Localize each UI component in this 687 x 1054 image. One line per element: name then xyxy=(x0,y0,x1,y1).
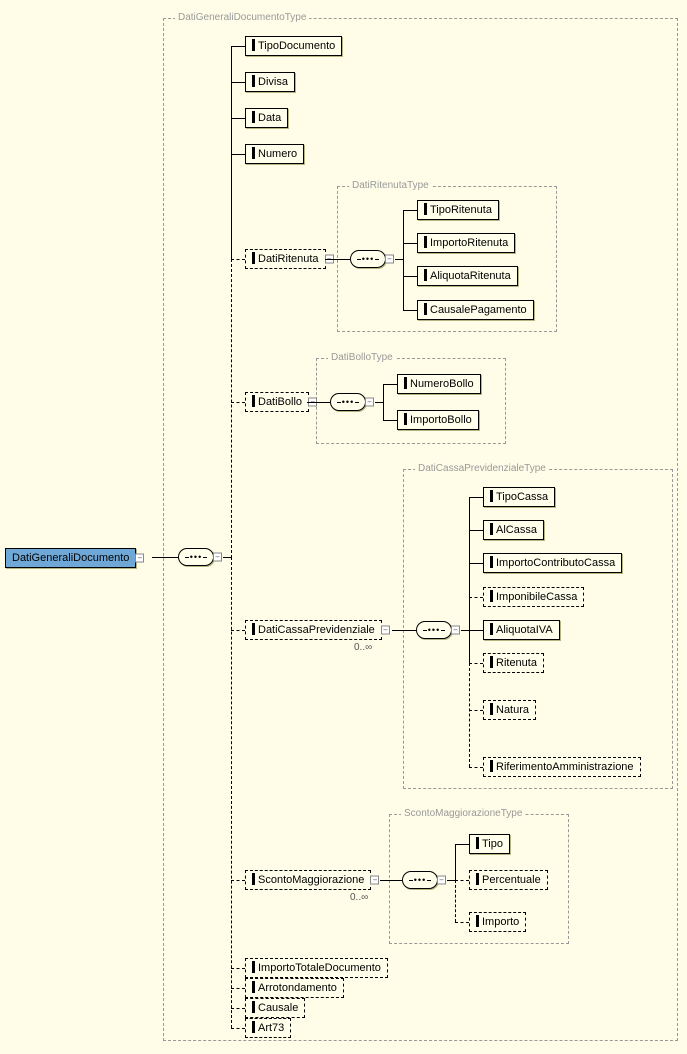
connector xyxy=(231,154,245,155)
connector xyxy=(231,1028,245,1029)
connector xyxy=(403,210,417,211)
seq-ritenuta[interactable]: •••− xyxy=(350,250,386,268)
card-cassa: 0..∞ xyxy=(354,642,372,653)
connector xyxy=(307,402,330,403)
node-sconto[interactable]: ScontoMaggiorazione − xyxy=(245,870,371,890)
node-imponibilecassa[interactable]: ImponibileCassa xyxy=(483,587,584,607)
node-tipo-sconto[interactable]: Tipo xyxy=(469,834,510,854)
connector xyxy=(403,210,404,310)
connector xyxy=(380,880,402,881)
node-tipodocumento[interactable]: TipoDocumento xyxy=(245,36,342,56)
root-label: DatiGeneraliDocumento xyxy=(12,552,129,564)
connector xyxy=(383,384,384,420)
connector xyxy=(392,630,416,631)
connector xyxy=(447,880,455,881)
node-aliquotaiva[interactable]: AliquotaIVA xyxy=(483,620,560,640)
root-node[interactable]: DatiGeneraliDocumento − xyxy=(5,548,136,568)
connector xyxy=(231,118,245,119)
node-causalepagamento[interactable]: CausalePagamento xyxy=(417,300,534,320)
node-importobollo[interactable]: ImportoBollo xyxy=(397,410,479,430)
connector xyxy=(455,922,469,923)
toggle-cassa[interactable]: − xyxy=(381,626,390,635)
node-arrotondamento[interactable]: Arrotondamento xyxy=(245,978,344,998)
node-riferimento[interactable]: RiferimentoAmministrazione xyxy=(483,757,641,777)
connector xyxy=(231,82,245,83)
connector xyxy=(395,259,403,260)
node-divisa[interactable]: Divisa xyxy=(245,72,295,92)
connector xyxy=(469,663,483,664)
root-toggle[interactable]: − xyxy=(135,554,144,563)
connector xyxy=(469,530,483,531)
group-cassa-label: DatiCassaPrevidenzialeType xyxy=(415,463,549,474)
node-data[interactable]: Data xyxy=(245,108,288,128)
connector xyxy=(469,597,483,598)
group-bollo-label: DatiBolloType xyxy=(328,352,396,363)
connector xyxy=(231,259,245,260)
node-tiporitenuta[interactable]: TipoRitenuta xyxy=(417,200,499,220)
connector xyxy=(383,384,397,385)
seq-bollo[interactable]: •••− xyxy=(330,393,366,411)
node-natura[interactable]: Natura xyxy=(483,700,536,720)
connector xyxy=(455,844,456,881)
connector xyxy=(469,767,483,768)
node-importo-sconto[interactable]: Importo xyxy=(469,912,526,932)
node-numerobollo[interactable]: NumeroBollo xyxy=(397,374,481,394)
connector xyxy=(469,563,483,564)
group-sconto-label: ScontoMaggiorazioneType xyxy=(401,808,525,819)
connector xyxy=(231,46,245,47)
node-alcassa[interactable]: AlCassa xyxy=(483,520,544,540)
node-numero[interactable]: Numero xyxy=(245,144,304,164)
connector xyxy=(231,402,245,403)
connector xyxy=(231,259,232,558)
toggle-sconto[interactable]: − xyxy=(370,876,379,885)
node-daticassa[interactable]: DatiCassaPrevidenziale − xyxy=(245,620,382,640)
connector xyxy=(383,420,397,421)
node-importoritenuta[interactable]: ImportoRitenuta xyxy=(417,233,515,253)
connector xyxy=(231,968,245,969)
connector xyxy=(375,402,383,403)
connector xyxy=(461,630,469,631)
node-importototale[interactable]: ImportoTotaleDocumento xyxy=(245,958,388,978)
seq-toggle[interactable]: − xyxy=(213,553,222,562)
connector xyxy=(223,557,231,558)
connector xyxy=(469,497,483,498)
connector xyxy=(403,243,417,244)
group-main-label: DatiGeneraliDocumentoType xyxy=(175,12,309,23)
connector xyxy=(403,310,417,311)
connector xyxy=(469,663,470,767)
seq-dots: ••• xyxy=(190,552,202,562)
seq-cassa[interactable]: •••− xyxy=(416,621,452,639)
node-importocontributo[interactable]: ImportoContributoCassa xyxy=(483,553,622,573)
node-causale[interactable]: Causale xyxy=(245,998,305,1018)
connector xyxy=(325,259,350,260)
connector xyxy=(403,276,417,277)
connector xyxy=(455,880,456,922)
connector xyxy=(469,710,483,711)
connector xyxy=(469,497,470,663)
node-datibollo[interactable]: DatiBollo − xyxy=(245,392,309,412)
connector xyxy=(469,630,483,631)
connector xyxy=(231,1008,245,1009)
connector xyxy=(231,46,232,259)
connector xyxy=(231,630,245,631)
connector xyxy=(231,557,232,1028)
node-percentuale[interactable]: Percentuale xyxy=(469,870,548,890)
seq-main[interactable]: ••• − xyxy=(178,548,214,566)
node-ritenuta-cassa[interactable]: Ritenuta xyxy=(483,653,544,673)
connector xyxy=(455,844,469,845)
connector xyxy=(455,880,469,881)
node-aliquotaritenuta[interactable]: AliquotaRitenuta xyxy=(417,266,518,286)
group-ritenuta-label: DatiRitenutaType xyxy=(349,180,432,191)
node-art73[interactable]: Art73 xyxy=(245,1018,291,1038)
connector xyxy=(152,557,178,558)
node-datiritenuta[interactable]: DatiRitenuta − xyxy=(245,249,326,269)
seq-sconto[interactable]: •••− xyxy=(402,871,438,889)
card-sconto: 0..∞ xyxy=(350,892,368,903)
connector xyxy=(231,988,245,989)
connector xyxy=(231,880,245,881)
node-tipocassa[interactable]: TipoCassa xyxy=(483,487,555,507)
